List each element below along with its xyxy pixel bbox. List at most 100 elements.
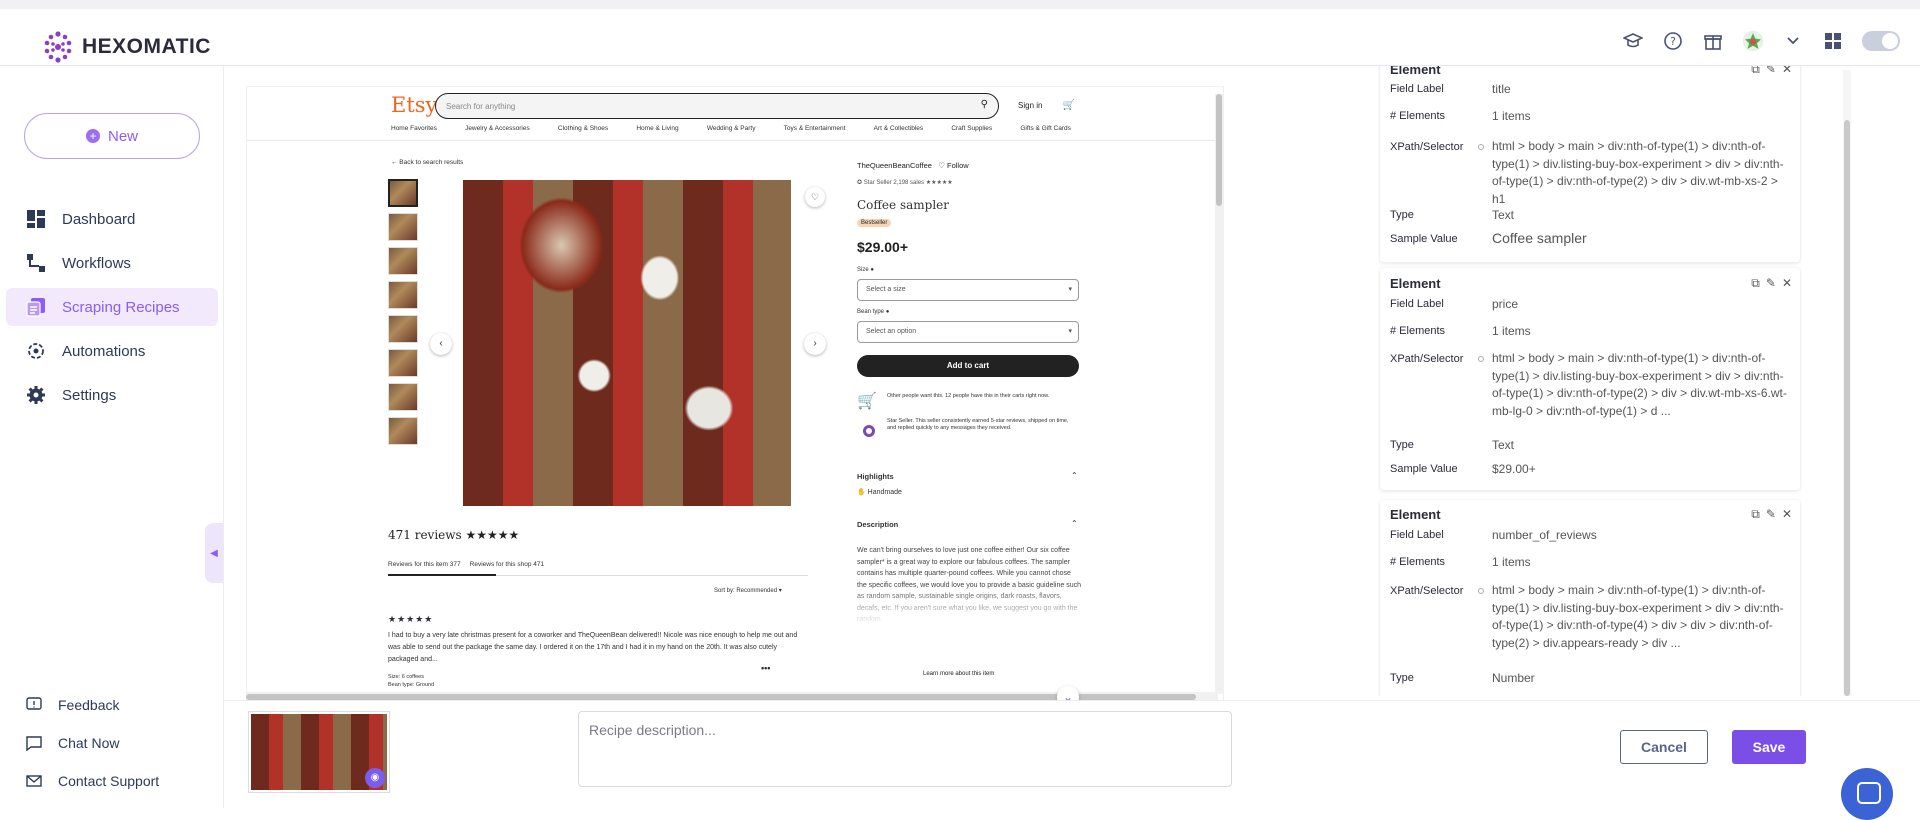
info-icon[interactable] <box>1478 144 1484 150</box>
review-bean: Bean type: Ground <box>388 682 435 688</box>
chevron-up-icon[interactable]: ⌃ <box>1071 471 1078 480</box>
nav-item-scraping-recipes[interactable]: Scraping Recipes <box>6 288 218 326</box>
page-preview[interactable]: Etsy Search for anything ⚲ Sign in 🛒 Home … <box>246 86 1224 702</box>
edit-icon[interactable]: ✎ <box>1766 507 1776 522</box>
edit-icon[interactable]: ✎ <box>1766 66 1776 77</box>
etsy-sign-in[interactable]: Sign in 🛒 <box>1018 100 1075 111</box>
preview-vertical-scrollbar[interactable] <box>1215 94 1223 694</box>
new-button[interactable]: + New <box>24 113 200 159</box>
elements-count-key: # Elements <box>1390 556 1446 568</box>
recipes-icon <box>26 298 45 317</box>
product-thumbnail[interactable] <box>388 213 418 241</box>
etsy-search-input[interactable]: Search for anything ⚲ <box>435 93 999 119</box>
product-thumbnail[interactable] <box>388 281 418 309</box>
sidebar-collapse-handle[interactable]: ◀ <box>205 523 223 583</box>
nav-item-label: Scraping Recipes <box>62 298 180 316</box>
etsy-category[interactable]: Home Favorites <box>391 125 437 132</box>
size-select[interactable]: Select a size ▾ <box>857 279 1079 301</box>
review-text: I had to buy a very late christmas prese… <box>388 632 798 663</box>
product-thumbnail[interactable] <box>388 383 418 411</box>
chat-now-link[interactable]: Chat Now <box>0 724 224 762</box>
sort-by-dropdown[interactable]: Sort by: Recommended ▾ <box>714 587 782 594</box>
field-label-key: Field Label <box>1390 529 1444 541</box>
product-thumbnail[interactable] <box>388 247 418 275</box>
chevron-up-icon[interactable]: ⌃ <box>1071 519 1078 528</box>
learn-more-link[interactable]: Learn more about this item <box>923 671 994 677</box>
chevron-left-icon: ◀ <box>210 547 218 559</box>
review-tabs: Reviews for this item 377 Reviews for th… <box>388 561 544 568</box>
copy-icon[interactable]: ⧉ <box>1751 507 1760 522</box>
bean-type-select[interactable]: Select an option ▾ <box>857 321 1079 343</box>
apps-grid-icon[interactable] <box>1822 30 1844 52</box>
highlights-heading[interactable]: Highlights <box>857 472 894 481</box>
etsy-category[interactable]: Home & Living <box>636 125 678 132</box>
etsy-category[interactable]: Art & Collectibles <box>874 125 924 132</box>
tab-reviews-item[interactable]: Reviews for this item 377 <box>388 561 461 568</box>
edit-icon[interactable]: ✎ <box>1766 276 1776 291</box>
product-thumbnail[interactable] <box>388 349 418 377</box>
add-to-cart-button[interactable]: Add to cart <box>857 355 1079 377</box>
chevron-down-icon[interactable] <box>1782 30 1804 52</box>
more-icon[interactable]: ••• <box>761 663 770 673</box>
sample-value-key: Sample Value <box>1390 463 1458 475</box>
scrollbar-thumb[interactable] <box>1216 94 1222 206</box>
card-actions: ⧉ ✎ ✕ <box>1751 66 1792 77</box>
close-icon[interactable]: ✕ <box>1782 66 1792 77</box>
info-icon[interactable] <box>1478 356 1484 362</box>
tab-reviews-shop[interactable]: Reviews for this shop 471 <box>470 561 544 568</box>
etsy-category[interactable]: Craft Supplies <box>951 125 992 132</box>
etsy-category[interactable]: Jewelry & Accessories <box>465 125 530 132</box>
star-seller-line: ✪ Star Seller 2,198 sales ★★★★★ <box>857 180 953 186</box>
scrollbar-thumb[interactable] <box>1844 120 1850 696</box>
help-icon[interactable]: ? <box>1662 30 1684 52</box>
info-icon[interactable] <box>1478 588 1484 594</box>
chevron-down-icon: ▾ <box>1068 286 1072 293</box>
field-label-key: Field Label <box>1390 298 1444 310</box>
nav-item-dashboard[interactable]: Dashboard <box>6 200 218 238</box>
next-image-button[interactable]: › <box>804 333 826 355</box>
elements-count-key: # Elements <box>1390 110 1446 122</box>
copy-icon[interactable]: ⧉ <box>1751 66 1760 77</box>
gift-icon[interactable] <box>1702 30 1724 52</box>
chat-widget-button[interactable] <box>1841 768 1893 820</box>
search-icon[interactable]: ⚲ <box>981 99 988 110</box>
shop-name[interactable]: TheQueenBeanCoffee ♡ Follow <box>857 161 969 170</box>
nav-item-settings[interactable]: Settings <box>6 376 218 414</box>
camera-icon[interactable]: ◉ <box>365 768 385 788</box>
nav-item-automations[interactable]: Automations <box>6 332 218 370</box>
favorite-heart-icon[interactable]: ♡ <box>805 187 825 207</box>
close-icon[interactable]: ✕ <box>1782 276 1792 291</box>
product-main-image <box>463 180 791 506</box>
panel-scrollbar[interactable] <box>1843 70 1851 696</box>
dashboard-icon <box>27 210 45 228</box>
recipe-description-input[interactable]: Recipe description... <box>578 711 1232 787</box>
product-thumbnail[interactable] <box>388 179 418 207</box>
back-to-results-link[interactable]: ← Back to search results <box>391 159 463 166</box>
recipe-screenshot-thumbnail[interactable]: ◉ <box>248 711 390 793</box>
etsy-category[interactable]: Toys & Entertainment <box>784 125 846 132</box>
follow-button[interactable]: ♡ Follow <box>938 161 968 170</box>
avatar[interactable] <box>1742 30 1764 52</box>
cart-icon[interactable]: 🛒 <box>1062 100 1074 111</box>
workflow-icon <box>27 254 45 272</box>
etsy-category[interactable]: Gifts & Gift Cards <box>1020 125 1071 132</box>
hexomatic-logo[interactable]: HEXOMATIC <box>40 29 211 65</box>
etsy-logo[interactable]: Etsy <box>391 93 437 117</box>
element-card-title: Element <box>1390 507 1441 522</box>
etsy-category[interactable]: Wedding & Party <box>707 125 756 132</box>
chevron-down-icon: ▾ <box>1068 328 1072 335</box>
cancel-button[interactable]: Cancel <box>1620 730 1708 764</box>
description-heading[interactable]: Description <box>857 520 898 529</box>
academy-icon[interactable] <box>1622 30 1644 52</box>
prev-image-button[interactable]: ‹ <box>430 333 452 355</box>
nav-item-workflows[interactable]: Workflows <box>6 244 218 282</box>
close-icon[interactable]: ✕ <box>1782 507 1792 522</box>
copy-icon[interactable]: ⧉ <box>1751 276 1760 291</box>
product-thumbnail[interactable] <box>388 417 418 445</box>
save-button[interactable]: Save <box>1732 730 1806 764</box>
product-thumbnail[interactable] <box>388 315 418 343</box>
feedback-link[interactable]: Feedback <box>0 686 224 724</box>
contact-support-link[interactable]: Contact Support <box>0 762 224 800</box>
etsy-category[interactable]: Clothing & Shoes <box>558 125 608 132</box>
theme-toggle[interactable] <box>1862 31 1900 51</box>
